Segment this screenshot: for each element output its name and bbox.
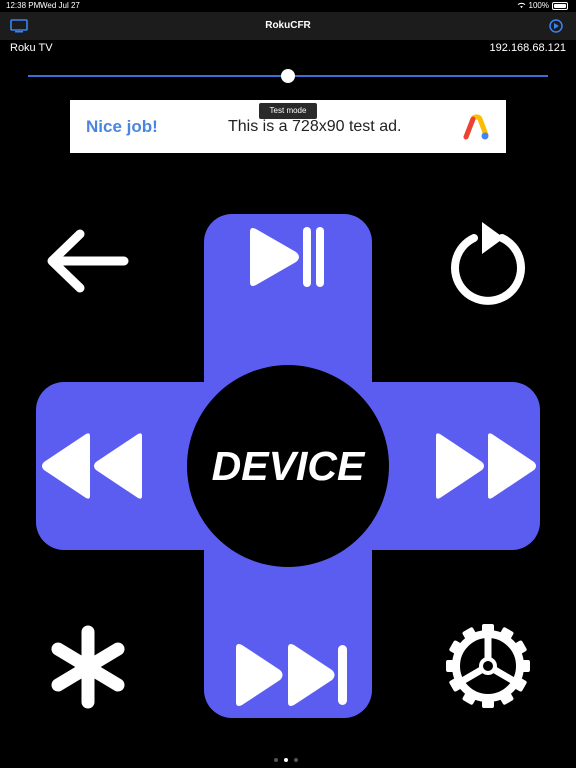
rewind-icon [42,433,142,499]
play-pause-button[interactable] [244,224,328,290]
settings-gear-icon [446,624,530,708]
device-label: DEVICE [211,442,365,489]
status-time: 12:38 PM [6,1,41,10]
wifi-icon [517,2,525,9]
status-right: 100% [517,1,568,10]
fast-forward-button[interactable] [432,432,540,500]
replay-icon [451,222,525,305]
status-date: Wed Jul 27 [40,1,80,10]
page-indicator[interactable] [274,758,298,762]
skip-button[interactable] [232,642,350,708]
ad-body: This is a 728x90 test ad. [228,118,402,135]
asterisk-button[interactable] [48,624,128,710]
back-icon [47,229,129,293]
device-ip: 192.168.68.121 [489,42,566,54]
app-title: RokuCFR [265,20,311,31]
replay-button[interactable] [446,220,530,306]
status-bar: 12:38 PM Wed Jul 27 100% [0,0,576,12]
test-mode-tooltip: Test mode [259,103,317,119]
device-button[interactable]: DEVICE [187,365,389,567]
play-pause-icon [250,227,324,287]
connect-icon[interactable] [548,18,564,34]
battery-icon [552,1,568,10]
page-dot[interactable] [274,758,278,762]
settings-button[interactable] [444,622,532,710]
ad-headline: Nice job! [86,117,158,136]
fast-forward-icon [436,433,536,499]
skip-icon [236,644,347,706]
ad-choices-logo-icon [460,111,492,143]
volume-slider-thumb[interactable] [281,69,295,83]
asterisk-icon [51,625,125,709]
battery-text: 100% [528,1,549,10]
nav-bar: RokuCFR [0,12,576,40]
page-dot-active[interactable] [284,758,288,762]
back-button[interactable] [44,224,130,298]
device-name: Roku TV [10,42,53,54]
rewind-button[interactable] [38,432,146,500]
page-dot[interactable] [294,758,298,762]
